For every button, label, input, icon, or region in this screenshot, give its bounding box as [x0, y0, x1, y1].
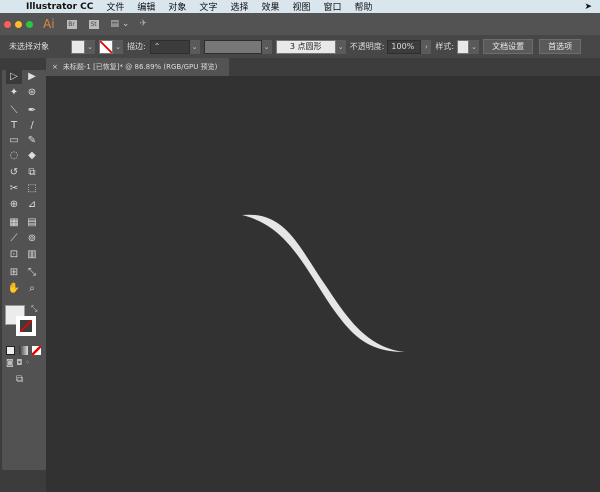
stroke-swatch[interactable] — [99, 39, 113, 54]
stroke-color-box[interactable] — [16, 316, 36, 336]
tab-title: 未标题-1 [已恢复]* @ 86.89% (RGB/GPU 预览) — [62, 63, 218, 71]
tools-list: ▷ ▶ ✦ ⊛ ⟍ ✒ T / ▭ ✎ ◌ ◆ ↺ ⧉ ✂ ⬚ ⊕ ⊿ ▦ ▤ ⟋ ⊚ ⊡ ▥ ⊞ ⤡ ✋ ⌕ — [2, 70, 46, 470]
tool-6-icon[interactable]: T — [6, 119, 22, 133]
tool-19-icon[interactable]: ▤ — [24, 216, 40, 230]
fill-dropdown[interactable]: ⌄ — [85, 39, 95, 54]
opacity-arrow[interactable]: › — [421, 39, 432, 54]
menu-bar: Illustrator CC 文件 编辑 对象 文字 选择 效果 视图 窗口 帮… — [0, 0, 600, 13]
menu-window[interactable]: 窗口 — [323, 0, 341, 13]
tool-5-icon[interactable]: ✒ — [24, 104, 40, 118]
variable-width-profile[interactable] — [203, 39, 262, 54]
color-mode-button[interactable] — [6, 346, 15, 355]
menu-help[interactable]: 帮助 — [355, 0, 373, 13]
control-bar: 未选择对象 ⌄ ⌄ 描边: ⌃ ⌄ ⌄ 3 点圆形 ⌄ 不透明度: 100% ›… — [0, 35, 600, 58]
tool-3-icon[interactable]: ⊛ — [24, 86, 40, 100]
document-setup-button[interactable]: 文档设置 — [483, 39, 534, 54]
stroke-weight-dropdown[interactable]: ⌄ — [189, 39, 200, 54]
menu-select[interactable]: 选择 — [230, 0, 248, 13]
menu-file[interactable]: 文件 — [106, 0, 124, 13]
tool-1-icon[interactable]: ▶ — [24, 70, 40, 84]
menu-app[interactable]: Illustrator CC — [26, 2, 93, 12]
style-swatch[interactable] — [457, 39, 470, 54]
tool-21-icon[interactable]: ⊚ — [24, 232, 40, 246]
selection-status: 未选择对象 — [9, 42, 49, 51]
tool-7-icon[interactable]: / — [24, 119, 40, 133]
profile-dropdown[interactable]: ⌄ — [261, 39, 272, 54]
screen-mode-icon[interactable]: ⧉ — [16, 374, 23, 385]
tool-22-icon[interactable]: ⊡ — [6, 248, 22, 262]
opacity-input[interactable]: 100% — [387, 39, 422, 54]
app-bar: Ai Br St ▤ ⌄ ✈ — [0, 13, 600, 35]
tool-15-icon[interactable]: ⬚ — [24, 182, 40, 196]
menu-object[interactable]: 对象 — [168, 0, 186, 13]
menu-view[interactable]: 视图 — [292, 0, 310, 13]
stock-button[interactable]: St — [88, 19, 99, 29]
preferences-button[interactable]: 首选项 — [539, 39, 582, 54]
minimize-window-button[interactable] — [15, 20, 22, 28]
tool-16-icon[interactable]: ⊕ — [6, 198, 22, 212]
document-tab-bar: × 未标题-1 [已恢复]* @ 86.89% (RGB/GPU 预览) — [46, 58, 600, 76]
menu-effect[interactable]: 效果 — [261, 0, 279, 13]
tool-10-icon[interactable]: ◌ — [6, 149, 22, 163]
tool-0-icon[interactable]: ▷ — [6, 70, 22, 84]
tool-12-icon[interactable]: ↺ — [6, 166, 22, 180]
style-dropdown[interactable]: ⌄ — [469, 39, 480, 54]
gpu-icon[interactable]: ✈ — [139, 19, 147, 29]
gradient-mode-button[interactable] — [19, 346, 28, 355]
artboard-canvas[interactable] — [46, 76, 600, 492]
curved-shape[interactable] — [242, 214, 405, 352]
tool-24-icon[interactable]: ⊞ — [6, 266, 22, 280]
tool-17-icon[interactable]: ⊿ — [24, 198, 40, 212]
style-label: 样式: — [435, 42, 455, 51]
tool-13-icon[interactable]: ⧉ — [24, 166, 40, 180]
close-tab-icon[interactable]: × — [52, 63, 58, 71]
document-tab[interactable]: × 未标题-1 [已恢复]* @ 86.89% (RGB/GPU 预览) — [46, 58, 229, 76]
workspace-layout-icon[interactable]: ▤ ⌄ — [111, 19, 130, 29]
tool-4-icon[interactable]: ⟍ — [6, 104, 22, 118]
maximize-window-button[interactable] — [26, 20, 33, 28]
tool-9-icon[interactable]: ✎ — [24, 134, 40, 148]
tool-14-icon[interactable]: ✂ — [6, 182, 22, 196]
fill-swatch[interactable] — [71, 39, 85, 54]
menu-type[interactable]: 文字 — [199, 0, 217, 13]
draw-mode-icons[interactable]: ◙ ◘ ◦ — [6, 358, 30, 367]
tool-25-icon[interactable]: ⤡ — [24, 266, 40, 280]
stroke-weight-stepper[interactable]: ⌃ — [149, 39, 190, 54]
tool-18-icon[interactable]: ▦ — [6, 216, 22, 230]
menu-edit[interactable]: 编辑 — [137, 0, 155, 13]
stroke-label: 描边: — [127, 42, 146, 51]
brush-definition[interactable]: 3 点圆形 — [275, 39, 336, 54]
brush-dropdown[interactable]: ⌄ — [335, 39, 346, 54]
tool-27-icon[interactable]: ⌕ — [24, 282, 40, 296]
close-window-button[interactable] — [4, 20, 11, 28]
tools-panel: ▷ ▶ ✦ ⊛ ⟍ ✒ T / ▭ ✎ ◌ ◆ ↺ ⧉ ✂ ⬚ ⊕ ⊿ ▦ ▤ ⟋ ⊚ ⊡ ▥ ⊞ ⤡ ✋ ⌕ ⤡ ◙ ◘ ◦ ⧉ — [0, 58, 46, 492]
opacity-label[interactable]: 不透明度: — [350, 41, 385, 52]
none-mode-button[interactable] — [32, 346, 41, 355]
tool-26-icon[interactable]: ✋ — [6, 282, 22, 296]
tool-11-icon[interactable]: ◆ — [24, 149, 40, 163]
bridge-button[interactable]: Br — [66, 19, 77, 29]
tool-8-icon[interactable]: ▭ — [6, 134, 22, 148]
stroke-dropdown[interactable]: ⌄ — [113, 39, 123, 54]
send-icon[interactable]: ➤ — [584, 2, 592, 12]
tool-20-icon[interactable]: ⟋ — [6, 232, 22, 246]
tool-2-icon[interactable]: ✦ — [6, 86, 22, 100]
swap-colors-icon[interactable]: ⤡ — [31, 304, 37, 314]
ai-logo: Ai — [43, 17, 55, 31]
tool-23-icon[interactable]: ▥ — [24, 248, 40, 262]
